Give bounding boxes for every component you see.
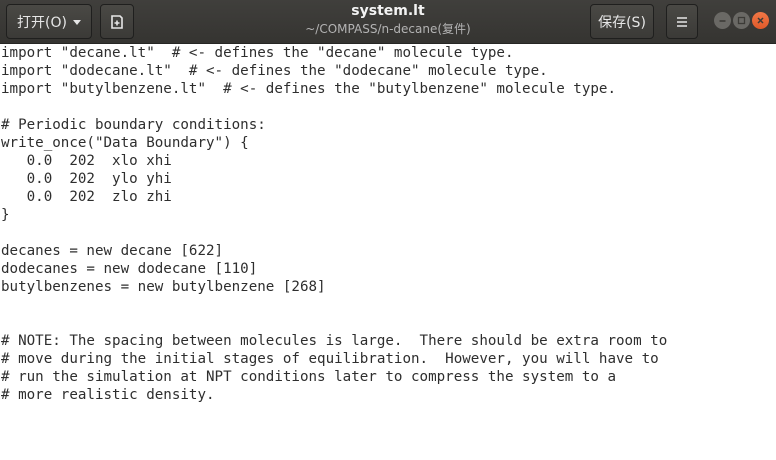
code-line: butylbenzenes = new butylbenzene [268] — [1, 279, 326, 295]
code-line: decanes = new decane [622] — [1, 243, 224, 259]
file-path-subtitle: ~/COMPASS/n-decane(复件) — [305, 22, 471, 36]
save-button-label: 保存(S) — [598, 14, 646, 31]
header-bar: 打开(O) system.lt ~/COMPASS/n-decane(复件) 保… — [0, 0, 776, 44]
minimize-icon — [719, 20, 726, 22]
code-line: dodecanes = new dodecane [110] — [1, 261, 258, 277]
open-button-label: 打开(O) — [17, 14, 67, 31]
close-button[interactable] — [752, 12, 769, 29]
code-line: 0.0 202 xlo xhi — [1, 153, 172, 169]
code-line: # Periodic boundary conditions: — [1, 117, 266, 133]
code-line: # run the simulation at NPT conditions l… — [1, 369, 616, 385]
maximize-icon — [737, 16, 746, 25]
code-line: # move during the initial stages of equi… — [1, 351, 659, 367]
code-line: 0.0 202 zlo zhi — [1, 189, 172, 205]
close-icon — [757, 17, 764, 24]
chevron-down-icon — [72, 20, 81, 25]
window-title: system.lt — [351, 3, 425, 19]
code-line: # NOTE: The spacing between molecules is… — [1, 333, 668, 349]
code-line: write_once("Data Boundary") { — [1, 135, 249, 151]
hamburger-menu-icon — [677, 16, 687, 27]
minimize-button[interactable] — [714, 12, 731, 29]
code-line: import "dodecane.lt" # <- defines the "d… — [1, 63, 548, 79]
window-title-area: system.lt ~/COMPASS/n-decane(复件) — [250, 3, 526, 37]
new-document-icon — [111, 14, 123, 29]
code-line: } — [1, 207, 10, 223]
menu-button[interactable] — [666, 4, 698, 39]
text-editor-area[interactable]: import "decane.lt" # <- defines the "dec… — [0, 44, 776, 460]
new-document-button[interactable] — [100, 4, 134, 39]
code-line: # more realistic density. — [1, 387, 215, 403]
code-line: import "decane.lt" # <- defines the "dec… — [1, 45, 514, 61]
maximize-button[interactable] — [733, 12, 750, 29]
code-line: 0.0 202 ylo yhi — [1, 171, 172, 187]
code-line: import "butylbenzene.lt" # <- defines th… — [1, 81, 616, 97]
save-button[interactable]: 保存(S) — [590, 4, 654, 39]
open-button[interactable]: 打开(O) — [6, 4, 92, 39]
